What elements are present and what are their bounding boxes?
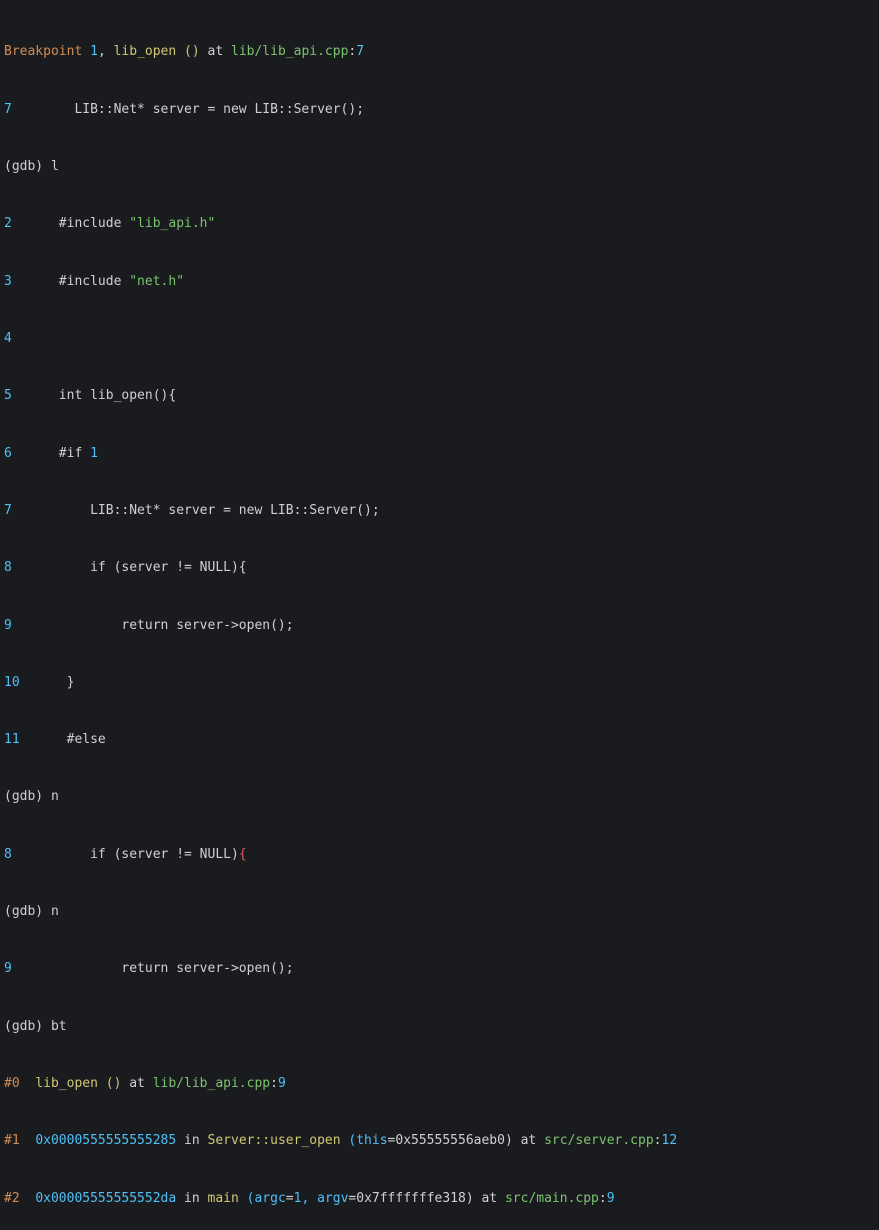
src-line-10: 10 } (4, 673, 875, 692)
gdb-cmd-bt[interactable]: (gdb) bt (4, 1017, 875, 1036)
step-line-8: 8 if (server != NULL){ (4, 845, 875, 864)
gdb-cmd-l[interactable]: (gdb) l (4, 157, 875, 176)
terminal-output: Breakpoint 1, lib_open () at lib/lib_api… (0, 0, 879, 1230)
gdb-cmd-n2[interactable]: (gdb) n (4, 902, 875, 921)
breakpoint-line: Breakpoint 1, lib_open () at lib/lib_api… (4, 42, 875, 61)
src-line-8: 8 if (server != NULL){ (4, 558, 875, 577)
src-line-4: 4 (4, 329, 875, 348)
step-line-9: 9 return server->open(); (4, 959, 875, 978)
src-line-2: 2 #include "lib_api.h" (4, 214, 875, 233)
src-line-5: 5 int lib_open(){ (4, 386, 875, 405)
bt-frame-0: #0 lib_open () at lib/lib_api.cpp:9 (4, 1074, 875, 1093)
bt-frame-1: #1 0x0000555555555285 in Server::user_op… (4, 1131, 875, 1150)
src-line-9: 9 return server->open(); (4, 616, 875, 635)
src-line-6: 6 #if 1 (4, 444, 875, 463)
bt-frame-2: #2 0x00005555555552da in main (argc=1, a… (4, 1189, 875, 1208)
gdb-cmd-n1[interactable]: (gdb) n (4, 787, 875, 806)
src-line-11: 11 #else (4, 730, 875, 749)
src-line-7: 7 LIB::Net* server = new LIB::Server(); (4, 501, 875, 520)
src-line-7-top: 7 LIB::Net* server = new LIB::Server(); (4, 100, 875, 119)
src-line-3: 3 #include "net.h" (4, 272, 875, 291)
